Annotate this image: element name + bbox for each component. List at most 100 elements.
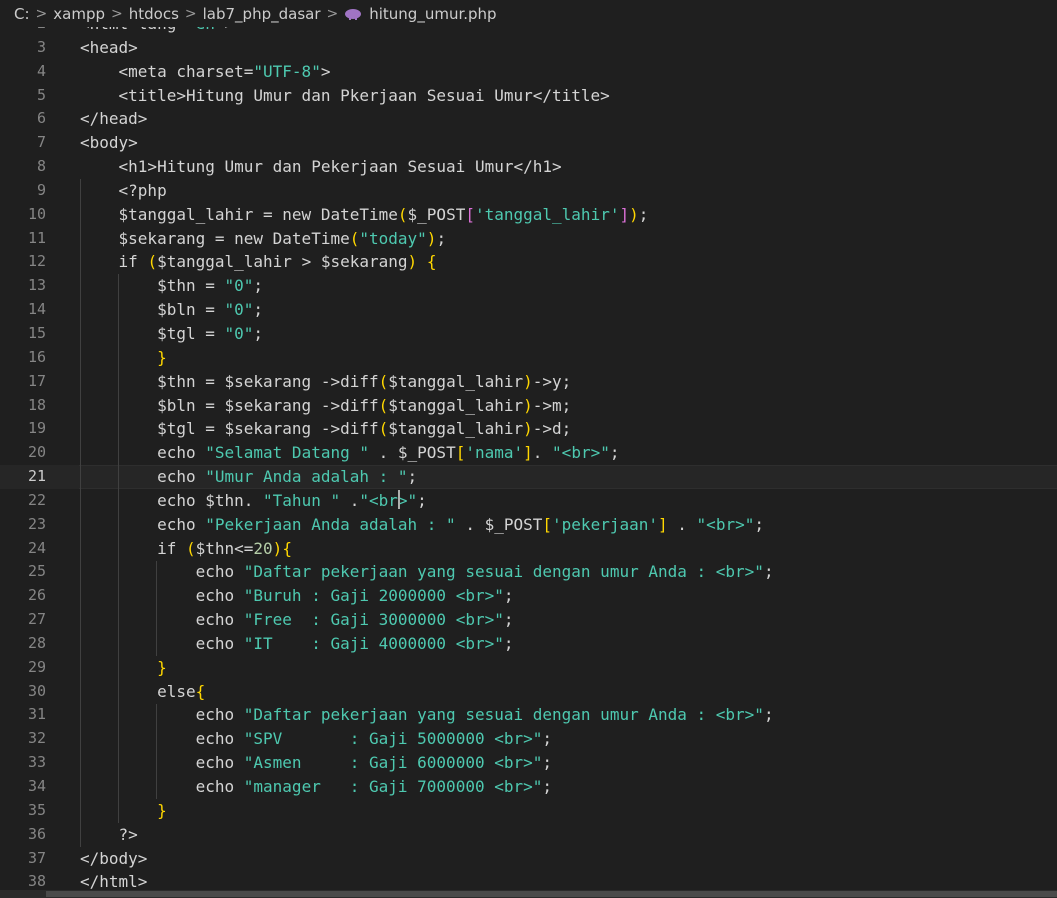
code-line[interactable]: 37 </body> xyxy=(0,847,1057,871)
code-line[interactable]: 33 echo "Asmen : Gaji 6000000 <br>"; xyxy=(0,751,1057,775)
code-text[interactable]: $bln = $sekarang ->diff($tanggal_lahir)-… xyxy=(80,394,571,418)
code-text[interactable]: echo "Selamat Datang " . $_POST['nama'].… xyxy=(80,441,619,465)
code-text[interactable]: ?> xyxy=(80,823,138,847)
breadcrumb-file[interactable]: hitung_umur.php xyxy=(369,5,496,23)
line-number: 4 xyxy=(36,61,46,80)
code-text[interactable]: <h1>Hitung Umur dan Pekerjaan Sesuai Umu… xyxy=(80,155,562,179)
line-number: 19 xyxy=(27,419,46,438)
code-text[interactable]: $thn = $sekarang ->diff($tanggal_lahir)-… xyxy=(80,370,571,394)
code-text[interactable]: echo "Umur Anda adalah : "; xyxy=(80,465,417,489)
code-line[interactable]: 32 echo "SPV : Gaji 5000000 <br>"; xyxy=(0,727,1057,751)
code-text[interactable]: $tgl = "0"; xyxy=(80,322,263,346)
code-line[interactable]: 38 </html> xyxy=(0,870,1057,890)
line-number: 27 xyxy=(27,610,46,629)
code-text[interactable]: echo "SPV : Gaji 5000000 <br>"; xyxy=(80,727,552,751)
line-number: 31 xyxy=(27,705,46,724)
code-line[interactable]: 9 <?php xyxy=(0,179,1057,203)
code-line[interactable]: 26 echo "Buruh : Gaji 2000000 <br>"; xyxy=(0,584,1057,608)
code-line[interactable]: 35 } xyxy=(0,799,1057,823)
code-text[interactable]: echo "Free : Gaji 3000000 <br>"; xyxy=(80,608,514,632)
code-line[interactable]: 36 ?> xyxy=(0,823,1057,847)
code-text[interactable]: </body> xyxy=(80,847,147,871)
code-line[interactable]: 12 if ($tanggal_lahir > $sekarang) { xyxy=(0,250,1057,274)
code-line[interactable]: 4 <meta charset="UTF-8"> xyxy=(0,60,1057,84)
line-number: 11 xyxy=(27,228,46,247)
code-line[interactable]: 24 if ($thn<=20){ xyxy=(0,537,1057,561)
code-line[interactable]: 8 <h1>Hitung Umur dan Pekerjaan Sesuai U… xyxy=(0,155,1057,179)
code-text[interactable]: <html lang="en"> xyxy=(80,27,234,36)
code-lines[interactable]: 2<html lang="en">3<head>4 <meta charset=… xyxy=(0,27,1057,890)
code-line[interactable]: 31 echo "Daftar pekerjaan yang sesuai de… xyxy=(0,703,1057,727)
code-line[interactable]: 30 else{ xyxy=(0,680,1057,704)
code-text[interactable]: echo "Asmen : Gaji 6000000 <br>"; xyxy=(80,751,552,775)
php-file-icon xyxy=(345,8,362,20)
code-text[interactable]: echo "Daftar pekerjaan yang sesuai denga… xyxy=(80,703,774,727)
breadcrumb-folder-htdocs[interactable]: htdocs xyxy=(129,5,179,23)
code-line[interactable]: 14 $bln = "0"; xyxy=(0,298,1057,322)
breadcrumb-folder-xampp[interactable]: xampp xyxy=(53,5,105,23)
code-text[interactable]: </html> xyxy=(80,870,147,890)
code-text[interactable]: </head> xyxy=(80,107,147,131)
code-line[interactable]: 29 } xyxy=(0,656,1057,680)
code-line[interactable]: 13 $thn = "0"; xyxy=(0,274,1057,298)
code-text[interactable]: $sekarang = new DateTime("today"); xyxy=(80,227,447,251)
code-text[interactable]: echo "Pekerjaan Anda adalah : " . $_POST… xyxy=(80,513,764,537)
code-line[interactable]: 15 $tgl = "0"; xyxy=(0,322,1057,346)
code-line[interactable]: 27 echo "Free : Gaji 3000000 <br>"; xyxy=(0,608,1057,632)
code-editor[interactable]: 2<html lang="en">3<head>4 <meta charset=… xyxy=(0,27,1057,890)
line-number: 6 xyxy=(36,109,46,128)
code-line[interactable]: 10 $tanggal_lahir = new DateTime($_POST[… xyxy=(0,203,1057,227)
code-text[interactable]: <title>Hitung Umur dan Pkerjaan Sesuai U… xyxy=(80,84,610,108)
code-text[interactable]: echo "manager : Gaji 7000000 <br>"; xyxy=(80,775,552,799)
code-line[interactable]: 21 echo "Umur Anda adalah : "; xyxy=(0,465,1057,489)
code-text[interactable]: <meta charset="UTF-8"> xyxy=(80,60,331,84)
code-line[interactable]: 18 $bln = $sekarang ->diff($tanggal_lahi… xyxy=(0,394,1057,418)
code-text[interactable]: if ($thn<=20){ xyxy=(80,537,292,561)
code-line[interactable]: 22 echo $thn. "Tahun " ."<br>"; xyxy=(0,489,1057,513)
code-text[interactable]: echo "IT : Gaji 4000000 <br>"; xyxy=(80,632,514,656)
code-line[interactable]: 11 $sekarang = new DateTime("today"); xyxy=(0,227,1057,251)
code-line[interactable]: 5 <title>Hitung Umur dan Pkerjaan Sesuai… xyxy=(0,84,1057,108)
breadcrumb-drive[interactable]: C: xyxy=(14,5,30,23)
code-text[interactable]: echo $thn. "Tahun " ."<br>"; xyxy=(80,489,427,513)
code-text[interactable]: $tgl = $sekarang ->diff($tanggal_lahir)-… xyxy=(80,417,571,441)
code-line[interactable]: 34 echo "manager : Gaji 7000000 <br>"; xyxy=(0,775,1057,799)
code-line[interactable]: 20 echo "Selamat Datang " . $_POST['nama… xyxy=(0,441,1057,465)
code-text[interactable]: } xyxy=(80,799,167,823)
line-number: 35 xyxy=(27,800,46,819)
indent-guide xyxy=(80,178,81,847)
code-text[interactable]: <body> xyxy=(80,131,138,155)
horizontal-scrollbar[interactable] xyxy=(0,890,1057,898)
code-line[interactable]: 16 } xyxy=(0,346,1057,370)
code-text[interactable]: <?php xyxy=(80,179,167,203)
chevron-right-icon: > xyxy=(184,5,197,22)
code-line[interactable]: 2 <html lang="en"> xyxy=(0,27,1057,36)
code-text[interactable]: $bln = "0"; xyxy=(80,298,263,322)
text-cursor xyxy=(398,490,400,509)
code-text[interactable]: echo "Buruh : Gaji 2000000 <br>"; xyxy=(80,584,514,608)
code-text[interactable]: if ($tanggal_lahir > $sekarang) { xyxy=(80,250,437,274)
line-number: 14 xyxy=(27,300,46,319)
code-line[interactable]: 28 echo "IT : Gaji 4000000 <br>"; xyxy=(0,632,1057,656)
code-line[interactable]: 3 <head> xyxy=(0,36,1057,60)
code-line[interactable]: 23 echo "Pekerjaan Anda adalah : " . $_P… xyxy=(0,513,1057,537)
code-line[interactable]: 19 $tgl = $sekarang ->diff($tanggal_lahi… xyxy=(0,417,1057,441)
line-number: 16 xyxy=(27,347,46,366)
line-number: 5 xyxy=(36,85,46,104)
code-text[interactable]: } xyxy=(80,656,167,680)
line-number: 36 xyxy=(27,824,46,843)
code-line[interactable]: 6 </head> xyxy=(0,107,1057,131)
code-line[interactable]: 17 $thn = $sekarang ->diff($tanggal_lahi… xyxy=(0,370,1057,394)
code-line[interactable]: 7 <body> xyxy=(0,131,1057,155)
code-text[interactable]: else{ xyxy=(80,680,205,704)
line-number: 21 xyxy=(27,467,46,486)
code-text[interactable]: $thn = "0"; xyxy=(80,274,263,298)
chevron-right-icon: > xyxy=(35,5,48,22)
code-text[interactable]: <head> xyxy=(80,36,138,60)
code-text[interactable]: $tanggal_lahir = new DateTime($_POST['ta… xyxy=(80,203,649,227)
code-line[interactable]: 25 echo "Daftar pekerjaan yang sesuai de… xyxy=(0,560,1057,584)
code-text[interactable]: echo "Daftar pekerjaan yang sesuai denga… xyxy=(80,560,774,584)
code-text[interactable]: } xyxy=(80,346,167,370)
breadcrumb-folder-lab[interactable]: lab7_php_dasar xyxy=(203,5,321,23)
scrollbar-thumb[interactable] xyxy=(46,891,1057,897)
